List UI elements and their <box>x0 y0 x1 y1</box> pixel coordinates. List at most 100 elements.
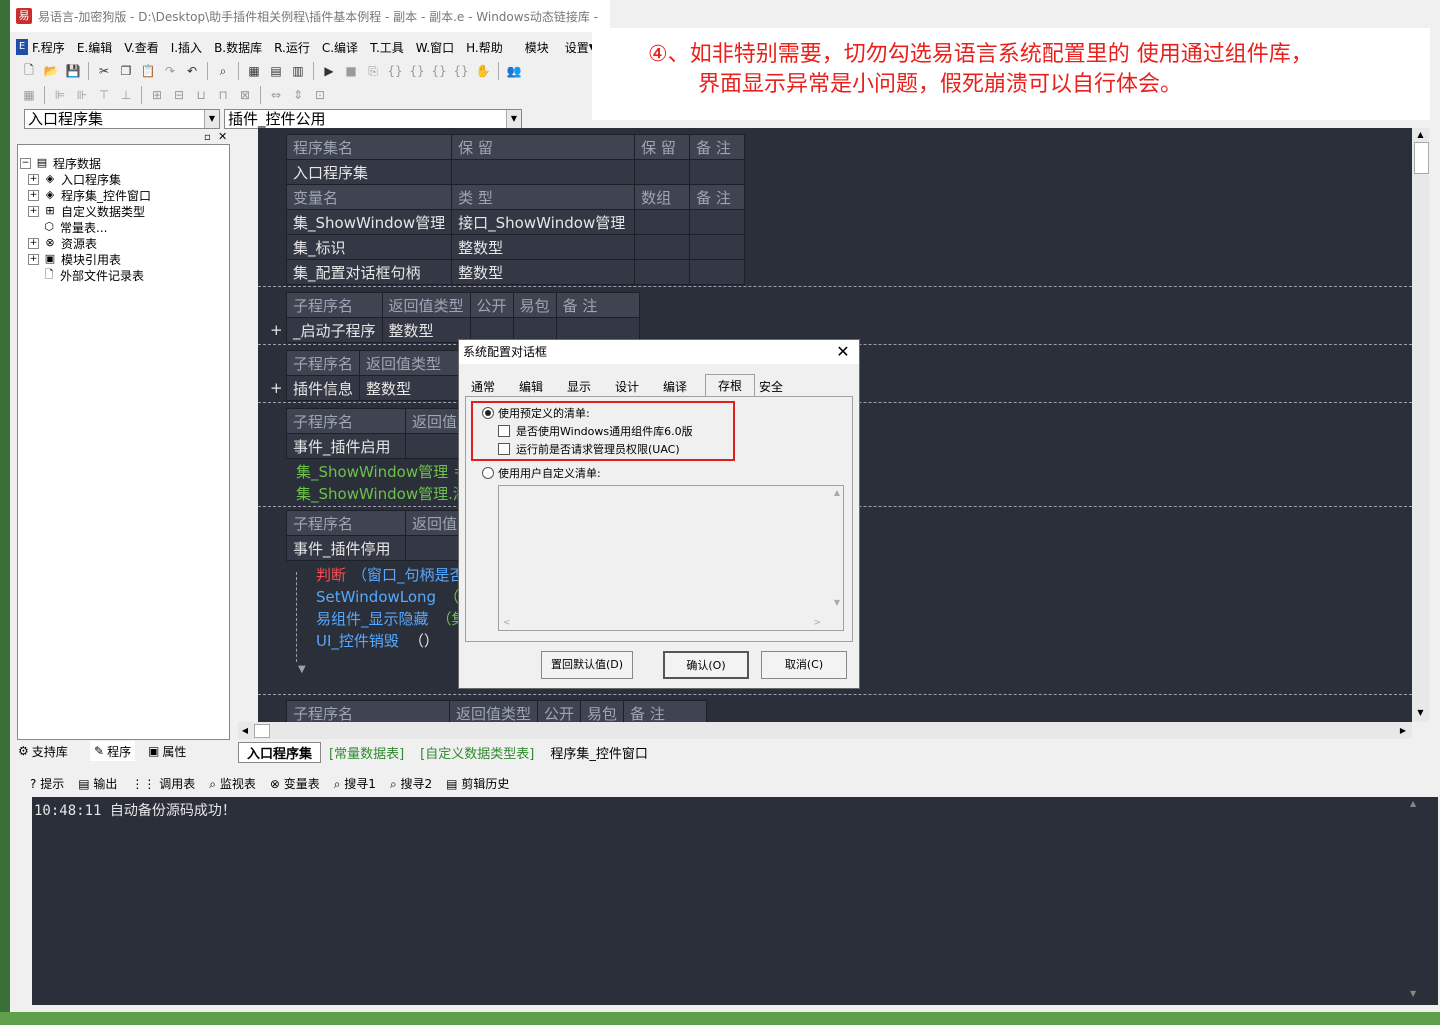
align-top-icon[interactable]: ⊤ <box>93 85 115 105</box>
step-out-icon[interactable]: {} <box>428 61 450 81</box>
tree-item[interactable]: 🗋 外部文件记录表 <box>42 267 144 283</box>
paste-icon[interactable]: 📋 <box>137 61 159 81</box>
run-to-cursor-icon[interactable]: {} <box>450 61 472 81</box>
hand-icon[interactable]: ✋ <box>472 61 494 81</box>
subroutine-name[interactable]: 事件_插件启用 <box>286 433 406 459</box>
tree-item[interactable]: ⬡ 常量表... <box>42 219 107 235</box>
layout-panel-icon[interactable]: ▥ <box>287 61 309 81</box>
copy-icon[interactable]: ❐ <box>115 61 137 81</box>
var-type[interactable]: 整数型 <box>451 259 636 285</box>
menu-help[interactable]: H.帮助 <box>466 39 503 56</box>
var-name[interactable]: 集_标识 <box>285 234 453 260</box>
custom-manifest-textbox[interactable]: ▲ ▼ < > <box>498 485 844 631</box>
menu-database[interactable]: B.数据库 <box>214 39 262 56</box>
return-type[interactable]: 整数型 <box>381 317 471 343</box>
cell[interactable] <box>689 159 746 185</box>
cell[interactable] <box>634 234 691 260</box>
align-left-icon[interactable]: ⊫ <box>49 85 71 105</box>
center-v-icon[interactable]: ⊟ <box>168 85 190 105</box>
tab-security[interactable]: 安全 <box>759 378 783 396</box>
tab-general[interactable]: 通常 <box>471 378 495 396</box>
output-panel[interactable]: 10:48:11 自动备份源码成功！ <box>32 797 1438 1005</box>
step-into-icon[interactable]: {} <box>384 61 406 81</box>
tree-item[interactable]: + ⊞ 自定义数据类型 <box>28 203 145 219</box>
output-scrollbar[interactable]: ▲ ▼ <box>1408 797 1425 1005</box>
space-h-icon[interactable]: ⇔ <box>265 85 287 105</box>
chevron-down-icon[interactable]: ▼ <box>506 110 521 128</box>
subroutine-name[interactable]: 事件_插件停用 <box>286 535 406 561</box>
scroll-right-icon[interactable]: ▶ <box>1396 723 1410 738</box>
save-icon[interactable]: 💾 <box>62 61 84 81</box>
tab-support-library[interactable]: ⚙ 支持库 <box>18 741 68 761</box>
tab-output[interactable]: ▤ 输出 <box>78 775 117 792</box>
code-line[interactable]: UI_控件销毁 （） <box>316 630 439 651</box>
undo-icon[interactable]: ↶ <box>181 61 203 81</box>
var-name[interactable]: 集_配置对话框句柄 <box>285 259 453 285</box>
people-icon[interactable]: 👥 <box>503 61 525 81</box>
checkbox-common-controls[interactable] <box>498 425 510 437</box>
var-type[interactable]: 接口_ShowWindow管理 <box>451 209 636 235</box>
ok-button[interactable]: 确认(O) <box>663 651 749 679</box>
menu-tools[interactable]: T.工具 <box>370 39 404 56</box>
tree-item[interactable]: + ▣ 模块引用表 <box>28 251 121 267</box>
tab-search1[interactable]: ⌕ 搜寻1 <box>334 775 376 792</box>
align-bottom-icon[interactable]: ⊥ <box>115 85 137 105</box>
menu-window[interactable]: W.窗口 <box>416 39 454 56</box>
expand-icon[interactable]: + <box>270 379 283 397</box>
app-menu-icon[interactable]: E <box>16 39 29 55</box>
scroll-up-icon[interactable]: ▲ <box>1410 799 1416 808</box>
new-file-icon[interactable]: 🗋 <box>18 61 40 81</box>
tab-control-window[interactable]: 程序集_控件窗口 <box>542 743 656 762</box>
tree-root[interactable]: − ▤ 程序数据 <box>20 155 101 171</box>
cell[interactable] <box>689 259 746 285</box>
menu-run[interactable]: R.运行 <box>274 39 310 56</box>
tab-compile[interactable]: 编译 <box>663 378 687 396</box>
checkbox-uac[interactable] <box>498 443 510 455</box>
scroll-thumb[interactable] <box>254 724 270 738</box>
scroll-right-icon[interactable]: > <box>813 618 821 628</box>
expand-icon[interactable]: + <box>28 253 39 265</box>
tab-call-stack[interactable]: ⋮⋮ 调用表 <box>131 775 195 792</box>
tab-order-icon[interactable]: ⊡ <box>309 85 331 105</box>
grid-icon[interactable]: ▦ <box>18 85 40 105</box>
menu-edit[interactable]: E.编辑 <box>77 39 112 56</box>
tab-watch[interactable]: ⌕ 监视表 <box>209 775 256 792</box>
tab-custom-types[interactable]: [自定义数据类型表] <box>412 743 542 762</box>
assembly-select[interactable]: 入口程序集 ▼ <box>24 109 220 129</box>
expand-icon[interactable]: + <box>28 237 39 249</box>
scroll-down-icon[interactable]: ▼ <box>1410 989 1416 998</box>
menu-compile[interactable]: C.编译 <box>322 39 358 56</box>
open-folder-icon[interactable]: 📂 <box>40 61 62 81</box>
same-width-icon[interactable]: ⊔ <box>190 85 212 105</box>
expand-icon[interactable]: + <box>270 321 283 339</box>
table-row[interactable]: 集_配置对话框句柄 整数型 <box>285 259 746 285</box>
scroll-up-icon[interactable]: ▲ <box>1413 128 1428 142</box>
expand-icon[interactable]: + <box>28 205 39 217</box>
tab-design[interactable]: 设计 <box>615 378 639 396</box>
scroll-down-icon[interactable]: ▼ <box>1413 706 1428 720</box>
menu-program[interactable]: F.程序 <box>32 39 65 56</box>
code-line[interactable]: 判断 （窗口_句柄是否 <box>316 564 465 585</box>
subroutine-name[interactable]: 插件信息 <box>285 375 361 401</box>
table-row[interactable]: 集_标识 整数型 <box>285 234 746 260</box>
find-icon[interactable]: ⌕ <box>212 61 234 81</box>
tab-program[interactable]: ✎ 程序 <box>90 741 136 761</box>
chevron-down-icon[interactable]: ▼ <box>204 110 219 128</box>
code-line[interactable]: 集_ShowWindow管理.添加 <box>296 483 483 504</box>
tree-item[interactable]: + ⊗ 资源表 <box>28 235 97 251</box>
scroll-thumb[interactable] <box>1414 142 1429 174</box>
reset-defaults-button[interactable]: 置回默认值(D) <box>541 651 633 679</box>
editor-vertical-scrollbar[interactable]: ▲ ▼ <box>1412 128 1429 722</box>
tab-edit[interactable]: 编辑 <box>519 378 543 396</box>
tab-clip-history[interactable]: ▤ 剪辑历史 <box>446 775 509 792</box>
step-over-icon[interactable]: {} <box>406 61 428 81</box>
stop-icon[interactable]: ■ <box>340 61 362 81</box>
same-size-icon[interactable]: ⊠ <box>234 85 256 105</box>
assembly-name[interactable]: 入口程序集 <box>285 159 453 185</box>
cancel-button[interactable]: 取消(C) <box>761 651 847 679</box>
expand-icon[interactable]: + <box>28 189 39 201</box>
tab-variables[interactable]: ⊗ 变量表 <box>270 775 320 792</box>
menu-view[interactable]: V.查看 <box>124 39 158 56</box>
center-h-icon[interactable]: ⊞ <box>146 85 168 105</box>
radio-custom[interactable] <box>482 467 494 479</box>
